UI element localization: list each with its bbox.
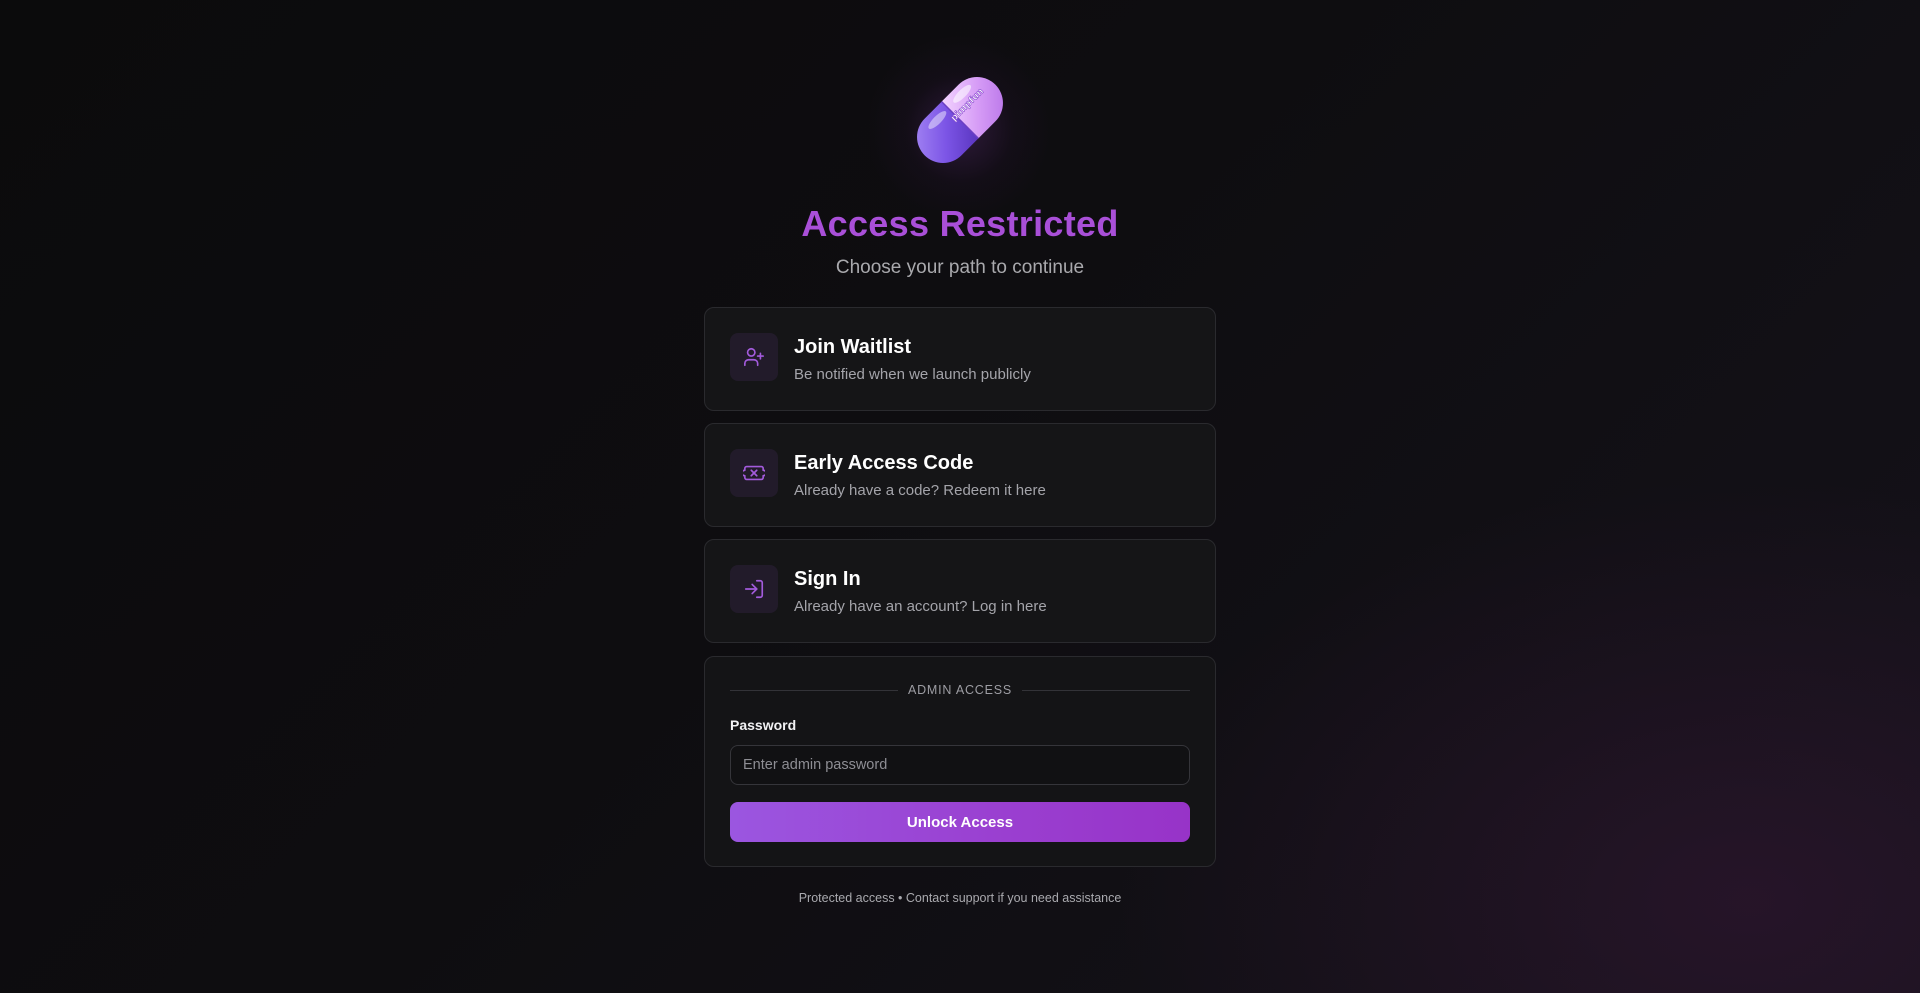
page-subtitle: Choose your path to continue — [835, 257, 1085, 278]
divider-line — [1022, 689, 1191, 691]
footer-note: Protected access • Contact support if yo… — [798, 891, 1122, 905]
option-description: Already have a code? Redeem it here — [794, 482, 1046, 499]
admin-divider: ADMIN ACCESS — [730, 681, 1191, 699]
join-waitlist-option[interactable]: Join Waitlist Be notified when we launch… — [704, 307, 1216, 411]
access-page: pimpfun Access Restricted Choose your pa… — [0, 0, 1920, 993]
option-title: Early Access Code — [794, 452, 974, 474]
log-in-icon — [730, 565, 778, 613]
divider-line — [730, 689, 898, 691]
admin-password-input[interactable] — [730, 745, 1190, 785]
pill-capsule-logo-icon: pimpfun — [917, 77, 1003, 163]
sign-in-option[interactable]: Sign In Already have an account? Log in … — [704, 539, 1216, 643]
ticket-icon — [730, 449, 778, 497]
early-access-code-option[interactable]: Early Access Code Already have a code? R… — [704, 423, 1216, 527]
admin-access-card: ADMIN ACCESS Password Unlock Access — [704, 656, 1216, 867]
option-description: Already have an account? Log in here — [794, 598, 1047, 615]
option-title: Join Waitlist — [794, 336, 912, 358]
password-label: Password — [730, 717, 797, 733]
unlock-access-button[interactable]: Unlock Access — [730, 802, 1190, 842]
logo: pimpfun — [870, 30, 1050, 210]
option-description: Be notified when we launch publicly — [794, 366, 1031, 383]
user-plus-icon — [730, 333, 778, 381]
page-title: Access Restricted — [801, 203, 1119, 244]
option-title: Sign In — [794, 568, 861, 590]
admin-section-label: ADMIN ACCESS — [907, 683, 1013, 697]
